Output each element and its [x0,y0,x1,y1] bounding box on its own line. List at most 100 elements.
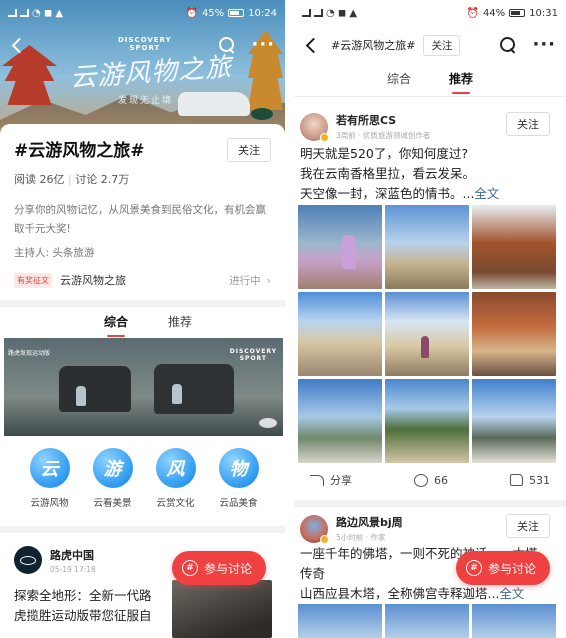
comment-button[interactable]: 66 [414,472,448,488]
you-icon: 游 [92,448,133,488]
hashtag-icon: # [466,560,482,576]
like-button[interactable]: 531 [510,472,550,488]
left-screen: DISCOVERY SPORT 云游风物之旅 发现无止境 ◔ ◼ ▲ ⏰ 45%… [0,0,285,638]
post-photo[interactable] [385,604,469,638]
top-nav-bar: #云游风物之旅# 关注 ··· [294,30,566,60]
battery-percent: 44% [482,7,506,19]
post-meta: 5小时前 · 作家 [336,533,386,542]
read-more-link[interactable]: 全文 [474,186,499,201]
post-photo[interactable] [385,379,469,463]
car-decoration [178,92,250,116]
land-rover-logo [251,108,273,120]
post-photo[interactable] [385,205,469,289]
join-discussion-button[interactable]: # 参与讨论 [456,551,551,585]
yun-icon: 云 [29,448,70,488]
share-button[interactable]: 分享 [310,472,352,488]
post-text-line: 山西应县木塔，全称佛宫寺释迦塔...全文 [300,584,556,604]
post-photo[interactable] [298,205,382,289]
like-icon [510,474,523,486]
category-label: 云赏文化 [156,498,195,509]
post-photo[interactable] [298,604,382,638]
topic-host: 主持人: 头条旅游 [14,247,95,259]
share-label: 分享 [330,474,352,487]
alarm-icon: ⏰ [185,7,198,19]
battery-icon [509,9,526,17]
ad-banner-image[interactable]: 路虎发现运动版 DISCOVERY SPORT [4,338,283,436]
category-item[interactable]: 风 云赏文化 [155,448,196,514]
topic-info-card: #云游风物之旅# 关注 阅读 26亿 | 讨论 2.7万 分享你的风物记忆，从风… [0,124,285,300]
post-photo[interactable] [472,205,556,289]
tab-recommended[interactable]: 推荐 [168,313,192,330]
chevron-right-icon: › [266,273,271,287]
category-item[interactable]: 物 云品美食 [218,448,259,514]
category-item[interactable]: 云 云游风物 [29,448,70,514]
post-photo[interactable] [472,604,556,638]
follow-button[interactable]: 关注 [423,34,461,56]
status-left-icons: ◔ ◼ ▲ [8,8,63,19]
status-time: 10:24 [248,7,277,19]
post-photo-grid [298,205,556,463]
nav-topic-title: #云游风物之旅# [331,39,416,52]
search-icon[interactable] [500,37,516,53]
follow-button[interactable]: 关注 [506,514,550,538]
comment-count: 66 [434,473,448,487]
category-label: 云品美食 [219,498,258,509]
post-photo[interactable] [472,379,556,463]
tab-comprehensive[interactable]: 综合 [387,70,411,87]
battery-icon [228,9,245,17]
join-discussion-button[interactable]: # 参与讨论 [172,551,267,585]
topic-description: 分享你的风物记忆，从风景美食到民俗文化，有机会赢取千元大奖! [14,204,266,235]
post-thumbnail[interactable] [172,580,272,638]
status-bar: ◔ ◼ ▲ ⏰ 44% 10:31 [294,0,566,26]
search-icon[interactable] [219,37,235,53]
post-photo[interactable] [298,379,382,463]
section-divider [294,500,566,507]
promo-row[interactable]: 有奖征文 云游风物之旅 进行中 › [14,272,271,288]
car-image [59,366,131,412]
post-author[interactable]: 路边风景bj周 [336,514,403,530]
more-icon[interactable]: ··· [251,36,275,54]
join-discussion-label: 参与讨论 [204,561,253,576]
avatar[interactable] [300,112,329,142]
category-item[interactable]: 游 云看美景 [92,448,133,514]
notification-icons: ◔ ◼ ▲ [32,7,64,19]
post-text: 明天就是520了，你知何度过? 我在云南香格里拉，看云发呆。 天空像一封，深蓝色… [300,144,556,204]
category-icon-grid: 云 云游风物 游 云看美景 风 云赏文化 物 云品美食 [18,436,270,514]
post-photo[interactable] [298,292,382,376]
battery-percent: 45% [201,7,225,19]
section-divider [0,300,285,307]
promo-tag: 有奖征文 [14,272,52,288]
hero-slogan: 发现无止境 [118,96,174,106]
post-author-row: 路边风景bj周 5小时前 · 作家 [300,514,403,544]
read-more-link[interactable]: 全文 [499,586,524,601]
avatar[interactable] [300,514,329,544]
post-photo[interactable] [472,292,556,376]
verified-badge-icon [320,132,329,142]
post-text-line: 明天就是520了，你知何度过? [300,146,468,161]
right-screen: ◔ ◼ ▲ ⏰ 44% 10:31 #云游风物之旅# 关注 ··· 综合 推荐 … [294,0,566,638]
follow-button[interactable]: 关注 [227,138,271,162]
status-left-icons: ◔ ◼ ▲ [302,8,357,19]
read-count: 阅读 26亿 [14,173,65,186]
more-icon[interactable]: ··· [532,36,556,54]
alarm-icon: ⏰ [466,7,479,19]
post-author[interactable]: 路虎中国 [50,547,96,563]
back-icon[interactable] [11,37,28,53]
feed-tabs: 综合 推荐 [294,70,566,94]
person-figure [76,386,86,406]
tab-recommended[interactable]: 推荐 [449,70,473,94]
post-text-line: 天空像一封，深蓝色的情书。...全文 [300,184,556,204]
avatar[interactable] [14,546,42,574]
ad-brand-logo: DISCOVERY SPORT [229,348,277,362]
section-divider [0,526,285,533]
feed-tabs: 综合 推荐 [104,313,192,337]
follow-button[interactable]: 关注 [506,112,550,136]
status-bar: ◔ ◼ ▲ ⏰ 45% 10:24 [0,0,285,26]
post-photo[interactable] [385,292,469,376]
signal-icon [20,9,29,17]
post-author[interactable]: 若有所思CS [336,112,430,128]
tab-comprehensive[interactable]: 综合 [104,313,128,337]
back-icon[interactable] [305,37,322,53]
promo-status: 进行中 [229,274,261,287]
share-icon [310,474,324,486]
